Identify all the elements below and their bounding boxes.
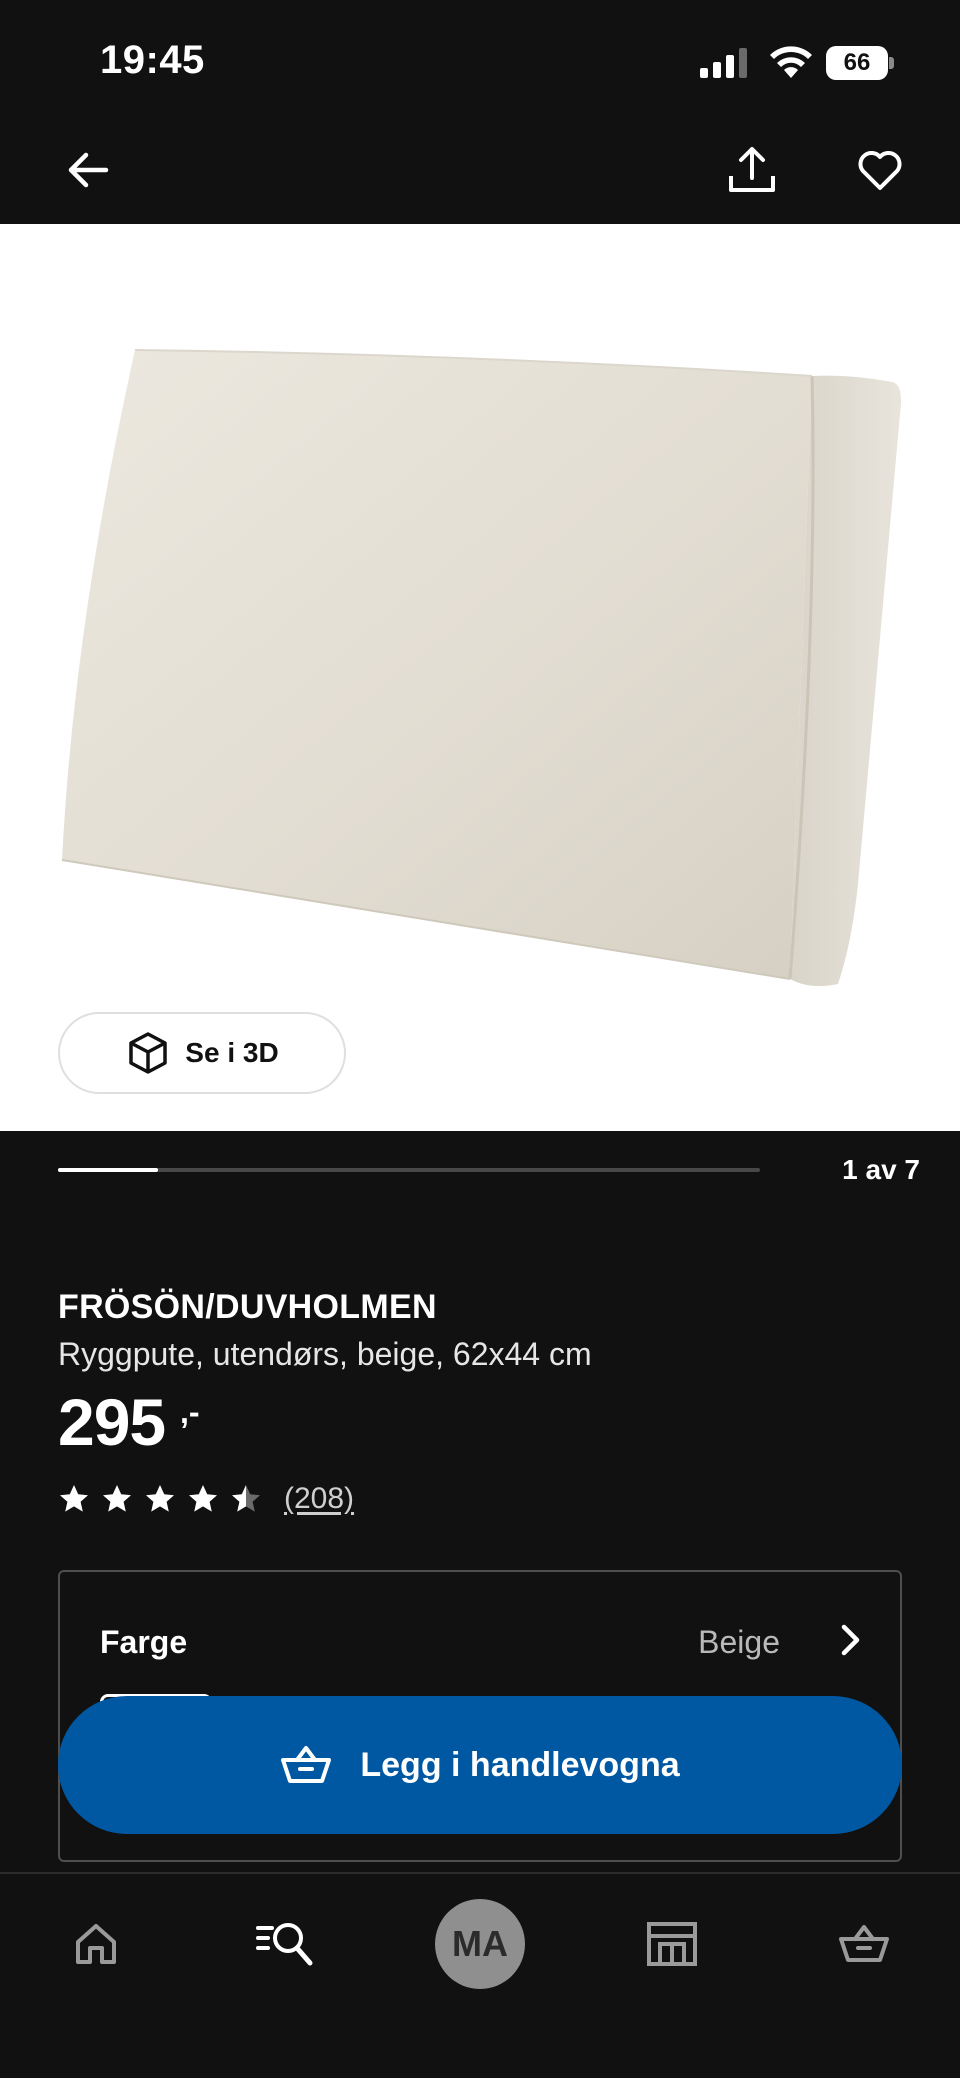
- star-icon: [146, 1485, 174, 1512]
- product-image-gallery[interactable]: Se i 3D: [0, 224, 960, 1131]
- cube-3d-icon: [129, 1032, 168, 1074]
- tab-home[interactable]: [46, 1894, 146, 1994]
- see-in-3d-label: Se i 3D: [185, 1037, 279, 1068]
- product-price-suffix: ,-: [180, 1394, 200, 1430]
- arrow-left-icon: [68, 152, 109, 188]
- chevron-right-icon: [841, 1624, 860, 1656]
- product-name: FRÖSÖN/DUVHOLMEN: [58, 1288, 437, 1326]
- product-rating[interactable]: (208): [58, 1482, 354, 1516]
- star-icon: [103, 1485, 131, 1512]
- add-to-cart-label: Legg i handlevogna: [360, 1745, 680, 1784]
- cellular-signal-icon: [700, 48, 747, 78]
- battery-indicator: 66: [826, 46, 894, 80]
- star-icon: [232, 1485, 260, 1512]
- product-description: Ryggpute, utendørs, beige, 62x44 cm: [58, 1336, 592, 1372]
- star-icon: [60, 1485, 88, 1512]
- favorite-button[interactable]: [848, 138, 912, 202]
- search-list-icon: [256, 1923, 313, 1966]
- see-in-3d-button[interactable]: Se i 3D: [58, 1012, 346, 1094]
- shopping-basket-icon: [281, 1746, 332, 1783]
- rating-stars: [58, 1483, 262, 1515]
- star-icon: [189, 1485, 217, 1512]
- add-to-cart-button[interactable]: Legg i handlevogna: [58, 1696, 902, 1834]
- product-image: [61, 349, 901, 987]
- wifi-icon: [770, 46, 812, 78]
- image-pager-count: 1 av 7: [842, 1154, 920, 1185]
- back-button[interactable]: [56, 138, 120, 202]
- tab-cart[interactable]: [814, 1894, 914, 1994]
- tab-store[interactable]: [622, 1894, 722, 1994]
- image-pager-fill: [58, 1168, 159, 1172]
- tab-profile[interactable]: MA: [430, 1894, 530, 1994]
- image-pager-progress: [58, 1168, 760, 1172]
- status-bar: 19:45 66: [0, 0, 960, 120]
- share-upload-icon: [729, 147, 775, 192]
- store-icon: [647, 1922, 697, 1966]
- variant-value: Beige: [698, 1624, 780, 1660]
- bottom-tab-bar: MA: [0, 1872, 960, 2078]
- share-button[interactable]: [720, 138, 784, 202]
- variant-label: Farge: [100, 1624, 188, 1660]
- status-time: 19:45: [100, 38, 205, 82]
- heart-outline-icon: [858, 151, 902, 190]
- product-price: 295: [58, 1385, 166, 1459]
- avatar: MA: [435, 1899, 525, 1989]
- home-icon: [76, 1924, 116, 1964]
- review-count-link[interactable]: (208): [284, 1482, 354, 1516]
- tab-search[interactable]: [236, 1894, 336, 1994]
- shopping-basket-icon: [839, 1925, 889, 1962]
- top-nav: [0, 120, 960, 224]
- battery-level: 66: [826, 46, 888, 80]
